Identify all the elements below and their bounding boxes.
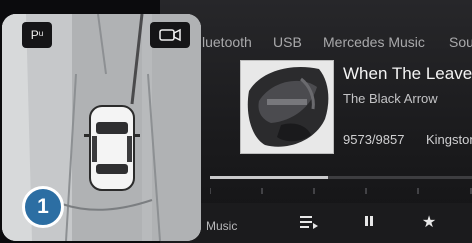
progress-bar[interactable] <box>210 176 472 179</box>
tab-bluetooth[interactable]: luetooth <box>202 34 252 50</box>
tab-usb[interactable]: USB <box>273 34 302 50</box>
playlist-icon <box>300 216 318 229</box>
track-number: 9573/9857 <box>343 132 405 147</box>
media-panel: luetooth USB Mercedes Music Sou When The… <box>160 0 472 243</box>
star-icon: ★ <box>421 214 437 231</box>
bottom-control-bar: Music ★ <box>160 203 472 243</box>
playlist-button[interactable] <box>298 213 320 233</box>
track-artist: The Black Arrow <box>343 91 438 106</box>
car-top-view <box>84 105 140 191</box>
track-title: When The Leaves Fa <box>343 64 472 83</box>
progress-ticks <box>210 188 472 194</box>
source-tabs: luetooth USB Mercedes Music Sou <box>160 34 472 54</box>
album-cover <box>240 60 334 154</box>
camera-icon <box>159 28 181 42</box>
favorite-button[interactable]: ★ <box>418 213 440 233</box>
callout-marker: 1 <box>22 186 64 228</box>
screen: luetooth USB Mercedes Music Sou When The… <box>0 0 472 243</box>
callout-number: 1 <box>37 195 49 218</box>
tab-source[interactable]: Sou <box>449 34 472 50</box>
head-unit-display: luetooth USB Mercedes Music Sou When The… <box>0 0 472 243</box>
progress-fill <box>210 176 328 179</box>
track-location: Kingston <box>426 132 472 147</box>
camera-switch-button[interactable] <box>150 22 190 48</box>
pause-button[interactable] <box>358 213 380 233</box>
music-label[interactable]: Music <box>206 219 237 233</box>
pause-icon <box>365 216 373 226</box>
tab-mercedes-music[interactable]: Mercedes Music <box>323 34 425 50</box>
park-assist-button[interactable]: Pᵘ <box>22 22 52 48</box>
